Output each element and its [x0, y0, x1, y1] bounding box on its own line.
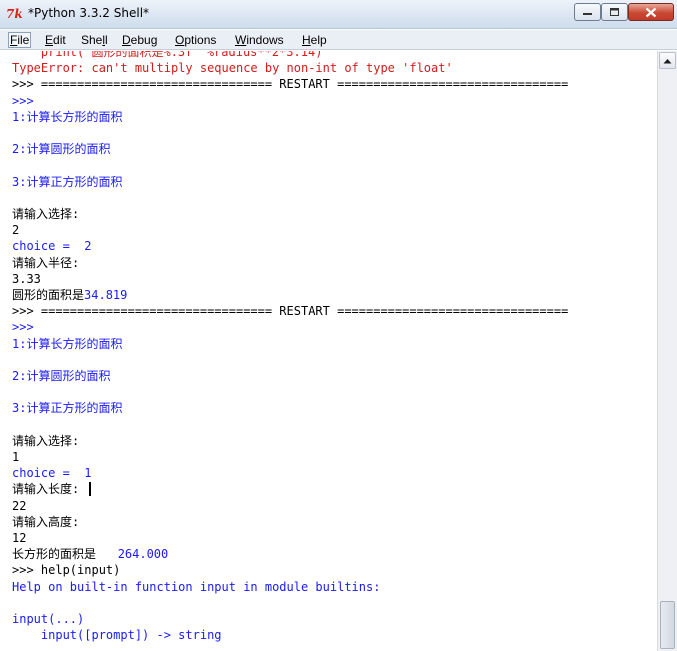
console-line: 长方形的面积是 264.000 — [12, 547, 169, 562]
console-line: 22 — [12, 498, 27, 513]
minimize-icon — [583, 13, 592, 15]
menu-shell[interactable]: Shell — [80, 32, 109, 48]
scroll-up-button[interactable] — [659, 52, 676, 69]
title-bar[interactable]: 7k *Python 3.3.2 Shell* — [0, 0, 677, 29]
console-line: input([prompt]) -> string — [12, 628, 222, 643]
console-line: 3:计算正方形的面积 — [12, 401, 123, 416]
text-cursor — [89, 482, 91, 497]
console-line: 圆形的面积是34.819 — [12, 288, 128, 302]
console-line: 1:计算长方形的面积 — [12, 336, 123, 351]
menu-windows[interactable]: Windows — [234, 32, 285, 48]
console-line: input(...) — [12, 612, 85, 626]
console-line: 请输入长度: — [12, 482, 80, 497]
console-line: >>> ================================ RES… — [12, 77, 569, 92]
console-line: 1 — [12, 450, 20, 464]
close-button[interactable] — [628, 3, 674, 21]
menu-debug[interactable]: Debug — [121, 32, 158, 48]
menu-help[interactable]: Help — [301, 32, 328, 48]
maximize-icon — [610, 8, 619, 16]
minimize-button[interactable] — [574, 3, 601, 21]
menu-file[interactable]: File — [8, 32, 32, 48]
console-line: Help on built-in function input in modul… — [12, 579, 381, 594]
console-line: 请输入高度: — [12, 514, 80, 529]
console-line: 3.33 — [12, 271, 41, 286]
console-line: 2:计算圆形的面积 — [12, 369, 111, 383]
console-line: choice = 1 — [12, 466, 92, 481]
console-line: choice = 2 — [12, 239, 92, 254]
close-icon — [645, 7, 657, 17]
python-tk-icon: 7k — [6, 7, 23, 21]
console-line: >>> — [12, 93, 34, 108]
console-line: >>> help(input) — [12, 563, 121, 578]
window-title: *Python 3.3.2 Shell* — [28, 6, 150, 20]
vertical-scrollbar[interactable] — [657, 51, 677, 651]
console-line: 2:计算圆形的面积 — [12, 142, 111, 157]
console-line: 2 — [12, 223, 20, 238]
console-line: 请输入选择: — [12, 207, 80, 221]
arrow-up-icon — [663, 58, 672, 63]
menu-options[interactable]: Options — [174, 32, 217, 48]
menu-bar: File Edit Shell Debug Options Windows Help — [0, 30, 677, 50]
menu-edit[interactable]: Edit — [44, 32, 67, 48]
shell-console[interactable]: print('圆形的面积是%.3f' %radius**2*3.14) TypeE… — [3, 51, 657, 651]
console-line: 请输入半径: — [12, 255, 80, 270]
console-line: print('圆形的面积是%.3f' %radius**2*3.14) — [12, 51, 323, 59]
console-line: 1:计算长方形的面积 — [12, 109, 123, 124]
console-line: 12 — [12, 531, 27, 545]
maximize-button[interactable] — [601, 3, 628, 21]
console-line: 请输入选择: — [12, 433, 80, 448]
console-line: >>> — [12, 320, 34, 335]
console-line: >>> ================================ RES… — [12, 304, 569, 319]
console-line: 3:计算正方形的面积 — [12, 174, 123, 189]
console-line: TypeError: can't multiply sequence by no… — [12, 61, 453, 76]
scroll-thumb[interactable] — [660, 601, 675, 649]
